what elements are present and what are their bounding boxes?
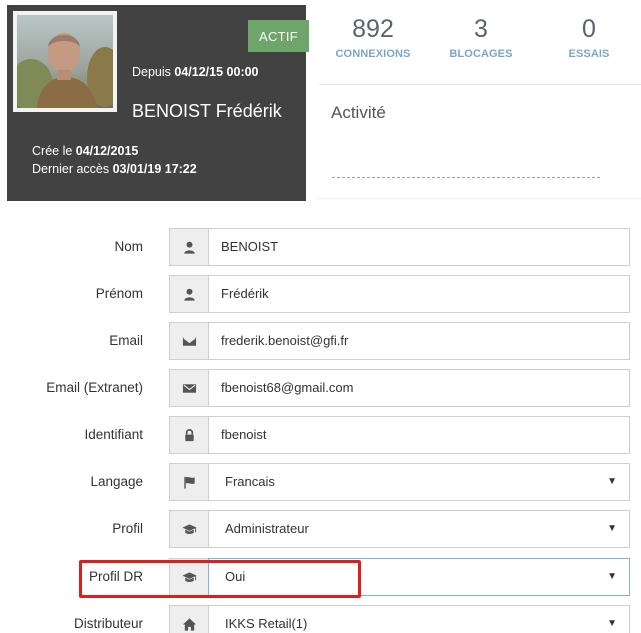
stat-blocages: 3 BLOCAGES (427, 16, 535, 60)
field-label: Email (109, 333, 143, 348)
field-label: Identifiant (84, 427, 143, 442)
stat-value: 3 (474, 15, 488, 43)
distributeur-select[interactable]: IKKS Retail(1) ▼ (208, 605, 630, 633)
flag-icon (169, 463, 209, 501)
avatar-photo (17, 15, 113, 108)
form-row-distributeur: Distributeur IKKS Retail(1) ▼ (0, 605, 641, 633)
graduation-cap-icon (169, 510, 209, 548)
status-badge: ACTIF (248, 20, 309, 52)
email-extranet-input[interactable]: fbenoist68@gmail.com (208, 369, 630, 407)
profile-card: ACTIF Depuis 04/12/15 00:00 BENOIST Fréd… (7, 5, 309, 201)
nom-input[interactable]: BENOIST (208, 228, 630, 266)
graduation-cap-icon (169, 558, 209, 596)
form-row-nom: Nom BENOIST (0, 228, 641, 266)
created-value: 04/12/2015 (75, 144, 139, 158)
home-icon (169, 605, 209, 633)
divider (318, 198, 641, 199)
stat-connexions: 892 CONNEXIONS (319, 16, 427, 60)
field-label: Langage (90, 474, 143, 489)
langage-value: Francais (225, 474, 275, 489)
form-row-email-extranet: Email (Extranet) fbenoist68@gmail.com (0, 369, 641, 407)
profil-dr-value: Oui (225, 569, 246, 584)
stat-label: ESSAIS (568, 48, 610, 60)
identifiant-input[interactable]: fbenoist (208, 416, 630, 454)
last-access-label: Dernier accès (32, 162, 110, 176)
field-label: Distributeur (73, 616, 143, 631)
form-row-prenom: Prénom Frédérik (0, 275, 641, 313)
field-label: Nom (114, 239, 143, 254)
distributeur-value: IKKS Retail(1) (225, 616, 308, 631)
field-label: Prénom (95, 286, 143, 301)
field-label: Profil (112, 521, 143, 536)
form-row-identifiant: Identifiant fbenoist (0, 416, 641, 454)
caret-down-icon: ▼ (607, 571, 617, 582)
stat-label: BLOCAGES (449, 48, 513, 60)
envelope-icon (169, 369, 209, 407)
stats-panel: 892 CONNEXIONS 3 BLOCAGES 0 ESSAIS (319, 0, 641, 85)
since-text: Depuis 04/12/15 00:00 (132, 65, 259, 79)
account-dates: Crée le 04/12/2015 Dernier accès 03/01/1… (32, 142, 197, 178)
envelope-icon (169, 322, 209, 360)
caret-down-icon: ▼ (607, 523, 617, 534)
created-label: Crée le (32, 144, 73, 158)
profil-value: Administrateur (225, 521, 309, 536)
langage-select[interactable]: Francais ▼ (208, 463, 630, 501)
stat-essais: 0 ESSAIS (535, 16, 641, 60)
since-label: Depuis (132, 65, 171, 79)
caret-down-icon: ▼ (607, 476, 617, 487)
form-row-profil: Profil Administrateur ▼ (0, 510, 641, 548)
stat-value: 892 (352, 15, 394, 43)
caret-down-icon: ▼ (607, 618, 617, 629)
form-row-langage: Langage Francais ▼ (0, 463, 641, 501)
field-label: Email (Extranet) (46, 380, 143, 395)
activity-title: Activité (331, 103, 386, 122)
activity-chart-line (332, 177, 600, 178)
user-icon (169, 275, 209, 313)
form-row-email: Email frederik.benoist@gfi.fr (0, 322, 641, 360)
email-input[interactable]: frederik.benoist@gfi.fr (208, 322, 630, 360)
lock-icon (169, 416, 209, 454)
profil-dr-select[interactable]: Oui ▼ (208, 558, 630, 596)
last-access-value: 03/01/19 17:22 (112, 162, 197, 176)
since-value: 04/12/15 00:00 (174, 65, 259, 79)
field-label: Profil DR (88, 569, 143, 584)
user-icon (169, 228, 209, 266)
stat-label: CONNEXIONS (335, 48, 411, 60)
profil-select[interactable]: Administrateur ▼ (208, 510, 630, 548)
stat-value: 0 (582, 15, 596, 43)
avatar[interactable] (13, 11, 117, 112)
user-full-name: BENOIST Frédérik (132, 101, 282, 121)
form-row-profil-dr: Profil DR Oui ▼ (0, 558, 641, 596)
prenom-input[interactable]: Frédérik (208, 275, 630, 313)
